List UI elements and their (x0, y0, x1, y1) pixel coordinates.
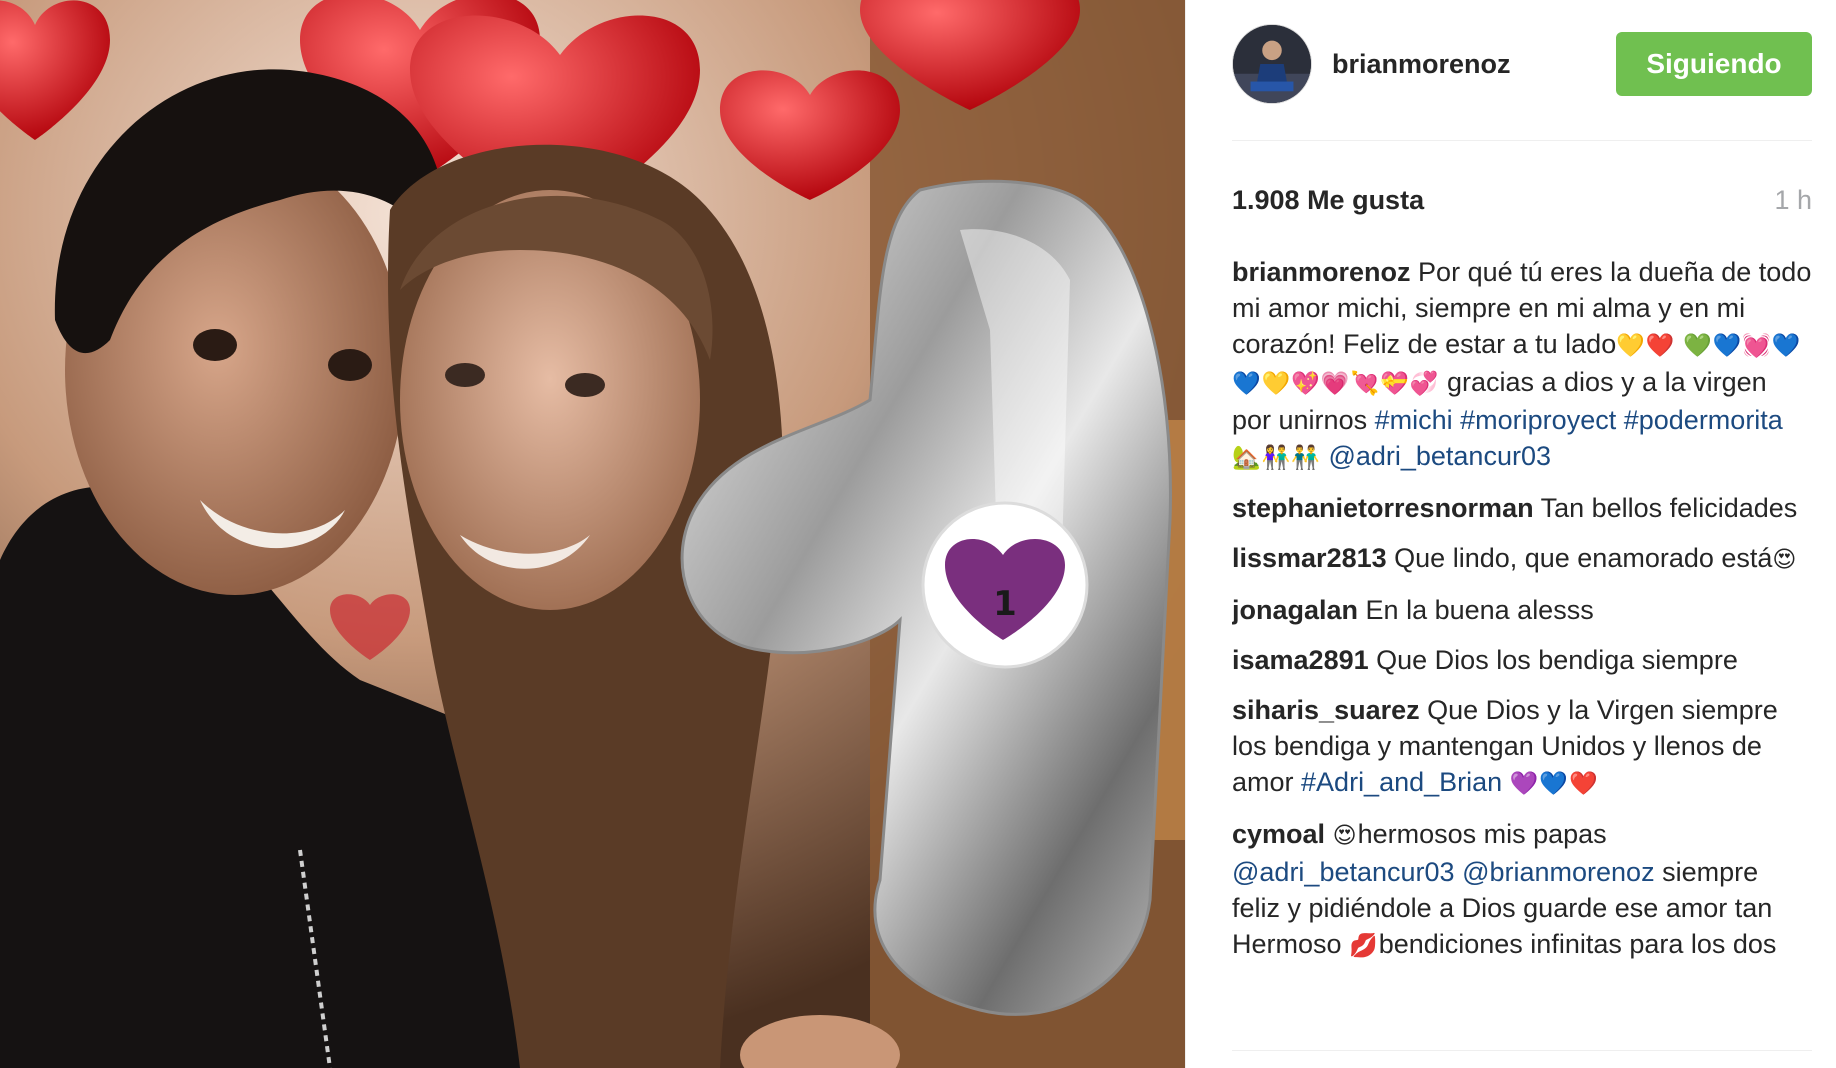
post-caption: brianmorenoz Por qué tú eres la dueña de… (1232, 254, 1812, 476)
hashtag-michi[interactable]: #michi (1375, 405, 1453, 435)
post-photo[interactable]: 1 (0, 0, 1185, 1068)
hashtag-adri-and-brian[interactable]: #Adri_and_Brian (1301, 767, 1502, 797)
comment-username[interactable]: siharis_suarez (1232, 695, 1420, 725)
comment-item: siharis_suarez Que Dios y la Virgen siem… (1232, 692, 1812, 802)
balloon-sticker-number: 1 (993, 584, 1017, 624)
comment-username[interactable]: jonagalan (1232, 595, 1358, 625)
mention-adri-betancur03[interactable]: @adri_betancur03 (1232, 857, 1455, 887)
comment-emoji-2: 💋 (1349, 933, 1379, 959)
comment-text: Que lindo, que enamorado está (1394, 543, 1773, 573)
comment-emoji: 💜💙❤️ (1509, 771, 1599, 797)
comment-username[interactable]: stephanietorresnorman (1232, 493, 1534, 523)
mention-adri-betancur03[interactable]: @adri_betancur03 (1328, 441, 1551, 471)
comment-text: Que Dios los bendiga siempre (1376, 645, 1738, 675)
post-stats: 1.908 Me gusta 1 h (1232, 180, 1812, 220)
comment-text: En la buena alesss (1365, 595, 1594, 625)
avatar[interactable] (1232, 24, 1312, 104)
header-divider (1232, 140, 1812, 141)
likes-count[interactable]: 1.908 Me gusta (1232, 185, 1424, 216)
caption-username[interactable]: brianmorenoz (1232, 257, 1411, 287)
comment-item: isama2891 Que Dios los bendiga siempre (1232, 642, 1812, 678)
comment-item: lissmar2813 Que lindo, que enamorado est… (1232, 540, 1812, 578)
comment-username[interactable]: lissmar2813 (1232, 543, 1387, 573)
comment-username[interactable]: isama2891 (1232, 645, 1369, 675)
comment-text: Tan bellos felicidades (1540, 493, 1798, 523)
mention-brianmorenoz[interactable]: @brianmorenoz (1462, 857, 1655, 887)
comments-divider (1232, 1050, 1812, 1051)
post-photo-illustration: 1 (0, 0, 1185, 1068)
post-author-username[interactable]: brianmorenoz (1332, 49, 1616, 80)
hashtag-moriproyect[interactable]: #moriproyect (1460, 405, 1616, 435)
avatar-image (1233, 25, 1311, 103)
comment-text: hermosos mis papas (1357, 819, 1607, 849)
comments-list[interactable]: brianmorenoz Por qué tú eres la dueña de… (1232, 254, 1812, 1049)
post-header: brianmorenoz Siguiendo (1232, 24, 1812, 104)
post-timestamp[interactable]: 1 h (1774, 185, 1812, 216)
post-side-panel: brianmorenoz Siguiendo 1.908 Me gusta 1 … (1185, 0, 1836, 1068)
comment-emoji: 😍 (1332, 823, 1358, 849)
comment-item: jonagalan En la buena alesss (1232, 592, 1812, 628)
comment-username[interactable]: cymoal (1232, 819, 1325, 849)
hashtag-podermorita[interactable]: #podermorita (1624, 405, 1783, 435)
caption-emoji-1: 💛❤️ (1616, 333, 1676, 359)
caption-emoji-3: 🏡👫👬 (1232, 445, 1321, 471)
comment-text-3: bendiciones infinitas para los dos (1378, 929, 1777, 959)
comment-item: cymoal 😍hermosos mis papas @adri_betancu… (1232, 816, 1812, 964)
comment-item: stephanietorresnorman Tan bellos felicid… (1232, 490, 1812, 526)
comment-emoji: 😍 (1772, 547, 1798, 573)
following-button[interactable]: Siguiendo (1616, 32, 1812, 96)
